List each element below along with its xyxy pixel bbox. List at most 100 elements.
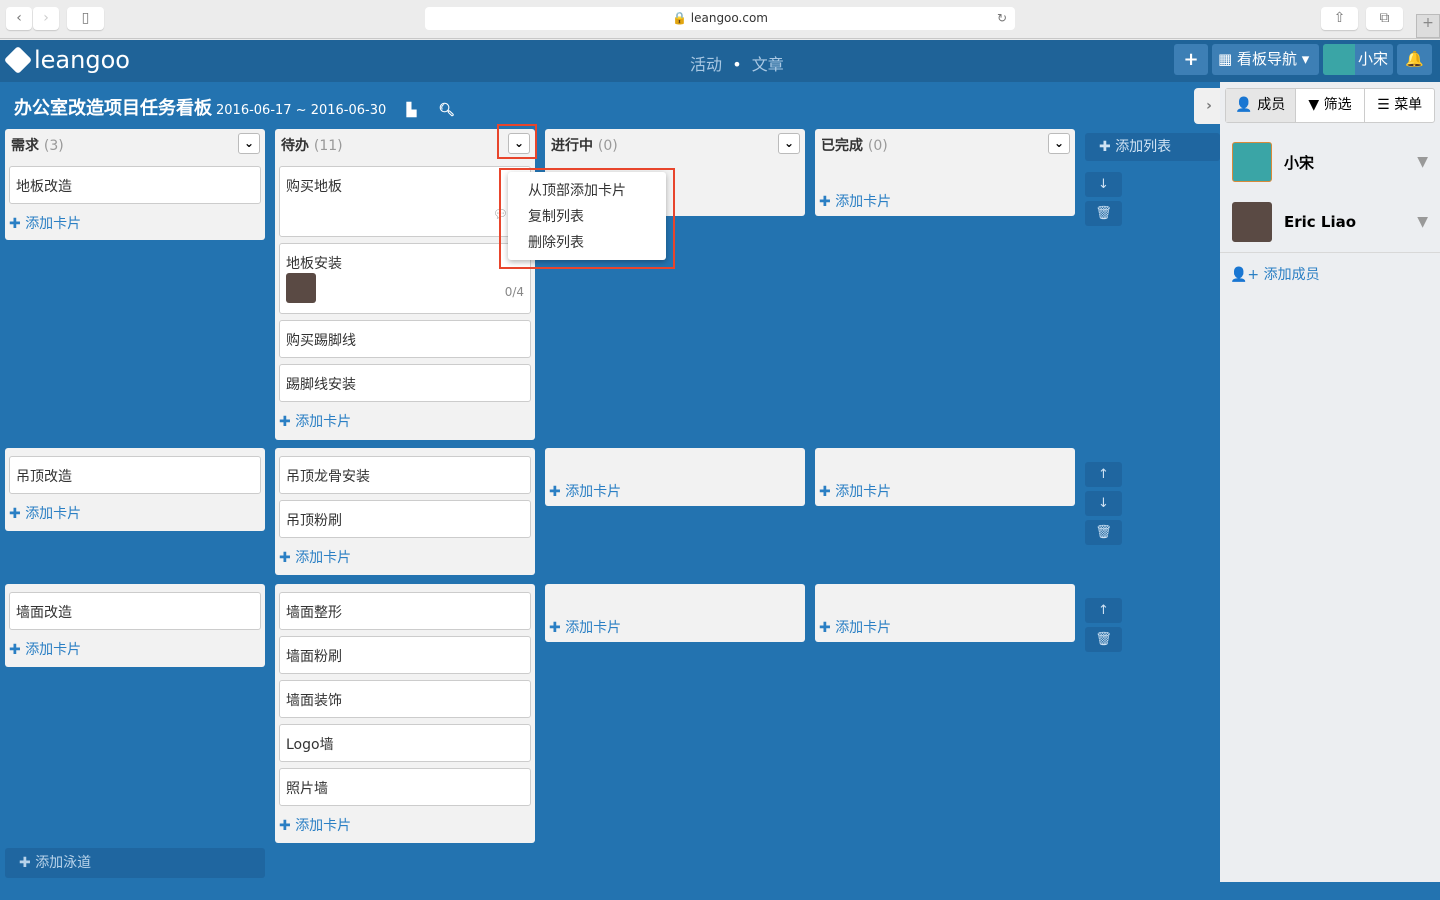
search-icon[interactable]: 🔍︎ — [439, 103, 456, 118]
card[interactable]: Logo墙 — [279, 724, 531, 762]
board-nav-button[interactable]: ▦ 看板导航 ▾ — [1212, 44, 1319, 75]
board-title: 办公室改造项目任务看板 2016-06-17 ~ 2016-06-30 ▙ 🔍︎ — [14, 94, 455, 120]
app-header: leangoo 活动 • 文章 + ▦ 看板导航 ▾ 小宋 🔔 — [0, 40, 1440, 82]
card-title: 购买地板 — [286, 179, 342, 195]
card[interactable]: 购买踢脚线 — [279, 320, 531, 358]
add-card-button[interactable]: ✚ 添加卡片 — [819, 481, 891, 501]
nav-activity[interactable]: 活动 — [690, 55, 722, 74]
logo[interactable]: leangoo — [3, 45, 130, 75]
card[interactable]: 墙面整形 — [279, 592, 531, 630]
avatar — [286, 273, 316, 303]
nav-articles[interactable]: 文章 — [752, 55, 784, 74]
add-card-button[interactable]: ✚ 添加卡片 — [819, 191, 891, 211]
add-member-button[interactable]: 👤+ 添加成员 — [1230, 264, 1320, 284]
move-down-button[interactable]: ↓ — [1085, 491, 1122, 516]
tabs-icon[interactable]: ⧉ — [1366, 7, 1403, 30]
address-bar[interactable]: 🔒 leangoo.com ↻ — [425, 7, 1015, 30]
chart-icon[interactable]: ▙ — [407, 103, 417, 118]
add-card-label: 添加卡片 — [295, 818, 352, 834]
add-card-label: 添加卡片 — [295, 414, 352, 430]
delete-lane-button[interactable]: 🗑 — [1085, 201, 1122, 226]
list-column: 需求 (3) ⌄ 地板改造 ✚ 添加卡片 — [5, 129, 265, 240]
grid-icon: ▦ — [1218, 50, 1233, 68]
list-dropdown-button[interactable]: ⌄ — [778, 133, 800, 154]
add-card-button[interactable]: ✚ 添加卡片 — [279, 815, 351, 835]
member-name: 小宋 — [1284, 153, 1315, 172]
tab-filter[interactable]: ▼ 筛选 — [1296, 89, 1366, 122]
move-down-button[interactable]: ↓ — [1085, 172, 1122, 197]
member-item[interactable]: 小宋 ▼ — [1232, 142, 1428, 182]
share-icon[interactable]: ⇧ — [1321, 7, 1358, 30]
card[interactable]: 墙面装饰 — [279, 680, 531, 718]
bell-icon[interactable]: 🔔 — [1397, 44, 1432, 75]
filter-icon[interactable]: ▼ — [1417, 214, 1428, 230]
delete-lane-button[interactable]: 🗑 — [1085, 627, 1122, 652]
card[interactable]: 地板改造 — [9, 166, 261, 204]
tab-menu[interactable]: ☰ 菜单 — [1365, 89, 1434, 122]
card[interactable]: 墙面粉刷 — [279, 636, 531, 674]
tab-label: 筛选 — [1323, 97, 1352, 113]
add-list-button[interactable]: ✚ 添加列表 — [1085, 133, 1220, 161]
list-count: (11) — [313, 138, 343, 154]
add-card-button[interactable]: ✚ 添加卡片 — [819, 617, 891, 637]
tab-members[interactable]: 👤 成员 — [1226, 89, 1296, 122]
add-card-label: 添加卡片 — [835, 194, 892, 210]
add-card-button[interactable]: ✚ 添加卡片 — [9, 213, 81, 233]
card-title: 吊顶改造 — [16, 469, 72, 485]
add-card-label: 添加卡片 — [25, 506, 82, 522]
add-card-button[interactable]: ✚ 添加卡片 — [279, 547, 351, 567]
list-dropdown-button[interactable]: ⌄ — [238, 133, 260, 154]
add-card-label: 添加卡片 — [565, 484, 622, 500]
add-card-button[interactable]: ✚ 添加卡片 — [549, 481, 621, 501]
add-swimlane-button[interactable]: ✚ 添加泳道 — [5, 848, 265, 878]
list-column: 吊顶改造 ✚ 添加卡片 — [5, 448, 265, 531]
add-card-button[interactable]: ✚ 添加卡片 — [9, 503, 81, 523]
tab-label: 成员 — [1257, 97, 1286, 113]
card[interactable]: 吊顶龙骨安装 — [279, 456, 531, 494]
list-header: 需求 (3) — [11, 135, 64, 155]
forward-button[interactable]: › — [33, 7, 59, 30]
list-header: 进行中 (0) — [551, 135, 618, 155]
card[interactable]: 墙面改造 — [9, 592, 261, 630]
back-button[interactable]: ‹ — [6, 7, 32, 30]
add-card-button[interactable]: ✚ 添加卡片 — [549, 617, 621, 637]
sidebar-toggle-icon[interactable]: ▯ — [67, 7, 104, 30]
move-up-button[interactable]: ↑ — [1085, 598, 1122, 623]
avatar — [1232, 142, 1272, 182]
user-button[interactable]: 小宋 — [1323, 44, 1393, 75]
card-title: 墙面整形 — [286, 605, 342, 621]
card-title: 购买踢脚线 — [286, 333, 356, 349]
list-column: 已完成 (0) ⌄ ✚ 添加卡片 — [815, 129, 1075, 216]
card[interactable]: 地板安装 0/4 — [279, 243, 531, 314]
board-name: 办公室改造项目任务看板 — [14, 98, 212, 119]
reload-icon[interactable]: ↻ — [997, 7, 1007, 30]
avatar — [1323, 44, 1355, 75]
card[interactable]: 照片墙 — [279, 768, 531, 806]
list-count: (0) — [597, 138, 618, 154]
card-title: 吊顶龙骨安装 — [286, 469, 370, 485]
card-title: Logo墙 — [286, 737, 334, 753]
logo-icon — [3, 45, 33, 75]
list-header: 已完成 (0) — [821, 135, 888, 155]
delete-lane-button[interactable]: 🗑 — [1085, 520, 1122, 545]
add-card-label: 添加卡片 — [835, 484, 892, 500]
add-button[interactable]: + — [1174, 44, 1208, 75]
list-name: 进行中 — [551, 138, 593, 154]
card[interactable]: 吊顶粉刷 — [279, 500, 531, 538]
member-item[interactable]: Eric Liao ▼ — [1232, 202, 1428, 242]
list-name: 已完成 — [821, 138, 863, 154]
card[interactable]: 吊顶改造 — [9, 456, 261, 494]
new-tab-button[interactable]: + — [1416, 14, 1440, 38]
card[interactable]: 购买地板 💬︎ — [279, 166, 531, 237]
move-up-button[interactable]: ↑ — [1085, 462, 1122, 487]
list-column: ✚ 添加卡片 — [545, 584, 805, 642]
list-dropdown-button[interactable]: ⌄ — [1048, 133, 1070, 154]
add-card-button[interactable]: ✚ 添加卡片 — [9, 639, 81, 659]
board-nav-label: 看板导航 ▾ — [1236, 50, 1310, 68]
list-column: 墙面改造 ✚ 添加卡片 — [5, 584, 265, 667]
card[interactable]: 踢脚线安装 — [279, 364, 531, 402]
board-dates: 2016-06-17 ~ 2016-06-30 — [216, 103, 387, 118]
filter-icon[interactable]: ▼ — [1417, 154, 1428, 170]
add-card-label: 添加卡片 — [295, 550, 352, 566]
add-card-button[interactable]: ✚ 添加卡片 — [279, 411, 351, 431]
